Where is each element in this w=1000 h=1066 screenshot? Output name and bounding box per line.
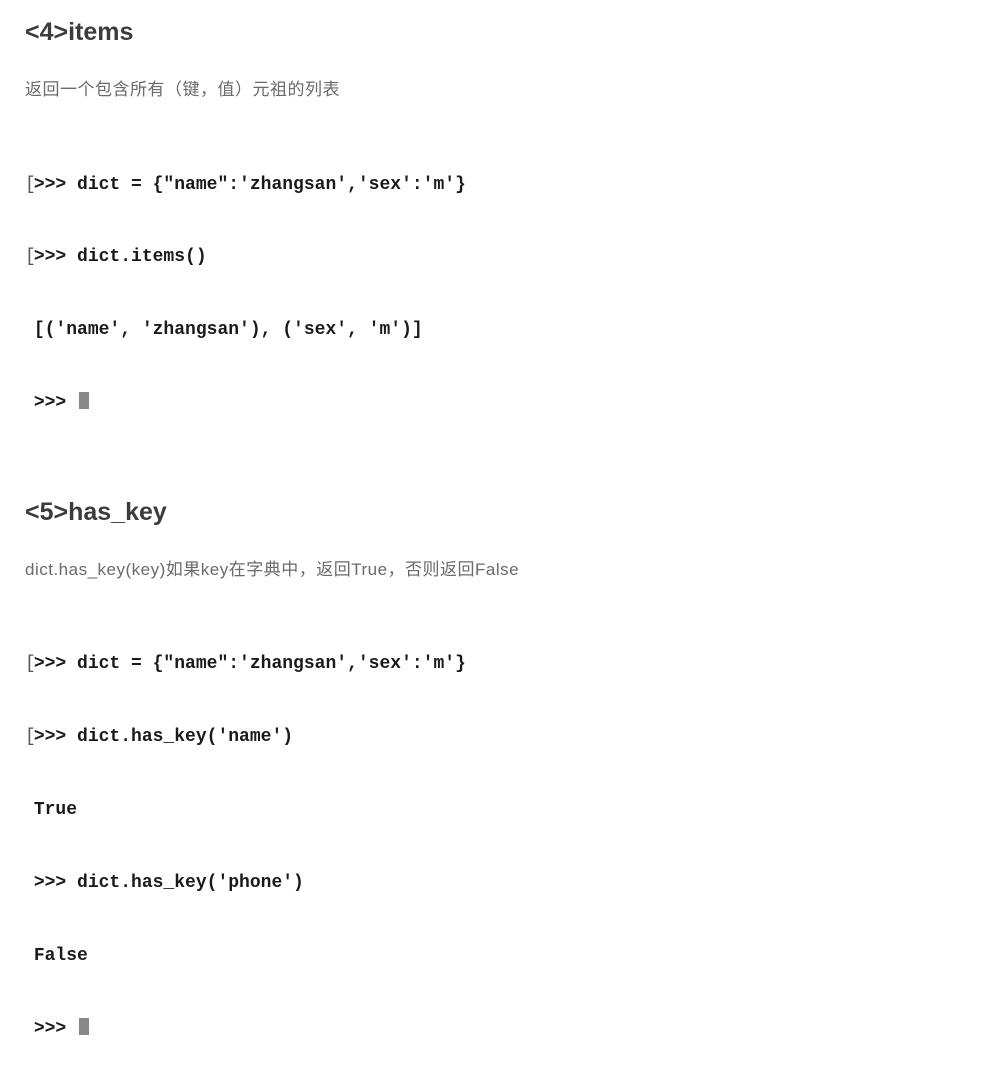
- section-description-haskey: dict.has_key(key)如果key在字典中，返回True，否则返回Fa…: [25, 555, 975, 580]
- code-text: >>>: [34, 393, 77, 413]
- code-text: >>>: [34, 1019, 77, 1039]
- code-text: False: [34, 946, 88, 966]
- code-text: >>> dict.has_key('name'): [34, 727, 293, 747]
- code-text: >>> dict = {"name":'zhangsan','sex':'m'}: [34, 175, 466, 195]
- code-text: True: [34, 800, 77, 820]
- cursor-icon: [79, 1018, 89, 1035]
- code-line: [('name', 'zhangsan'), ('sex', 'm')]: [25, 318, 975, 342]
- code-line: [>>> dict = {"name":'zhangsan','sex':'m'…: [25, 173, 975, 197]
- code-line: >>>: [25, 391, 975, 415]
- code-line: False: [25, 944, 975, 968]
- code-text: >>> dict.has_key('phone'): [34, 873, 304, 893]
- code-line: True: [25, 798, 975, 822]
- section-description-items: 返回一个包含所有（键，值）元祖的列表: [25, 75, 975, 100]
- code-block-items: [>>> dict = {"name":'zhangsan','sex':'m'…: [25, 124, 975, 440]
- code-line: >>> dict.has_key('phone'): [25, 871, 975, 895]
- code-line: [>>> dict.items(): [25, 245, 975, 269]
- code-text: >>> dict = {"name":'zhangsan','sex':'m'}: [34, 654, 466, 674]
- cursor-icon: [79, 392, 89, 409]
- section-heading-items: <4>items: [25, 18, 975, 47]
- code-line: [>>> dict = {"name":'zhangsan','sex':'m'…: [25, 652, 975, 676]
- code-text: >>> dict.items(): [34, 247, 207, 267]
- section-heading-haskey: <5>has_key: [25, 498, 975, 527]
- code-line: [>>> dict.has_key('name'): [25, 725, 975, 749]
- code-line: >>>: [25, 1017, 975, 1041]
- code-text: [('name', 'zhangsan'), ('sex', 'm')]: [34, 320, 423, 340]
- code-block-haskey: [>>> dict = {"name":'zhangsan','sex':'m'…: [25, 604, 975, 1066]
